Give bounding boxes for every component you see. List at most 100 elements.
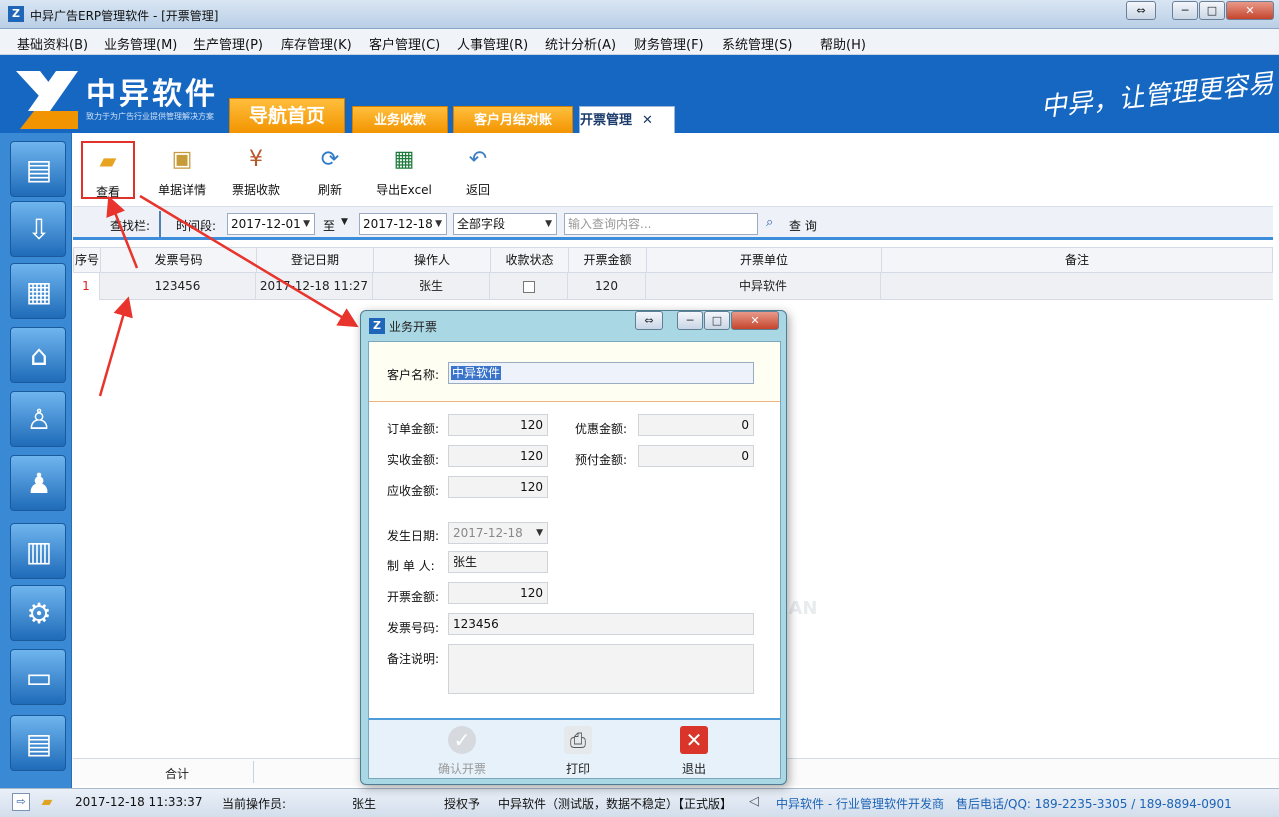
date-to-select[interactable]: 2017-12-18 ▼: [359, 213, 447, 235]
sidebar-customers[interactable]: ♟: [10, 455, 66, 511]
sidebar-import[interactable]: ⇩: [10, 201, 66, 257]
invoice-no-field[interactable]: 123456: [448, 613, 754, 635]
search-icon[interactable]: ⌕: [766, 215, 773, 230]
search-button[interactable]: 查 询: [789, 217, 817, 234]
remark-label: 备注说明:: [387, 652, 440, 666]
detail-button[interactable]: ▣ 单据详情: [147, 141, 217, 199]
customer-field[interactable]: 中异软件: [448, 362, 754, 384]
confirm-label: 确认开票: [437, 762, 486, 776]
col-operator[interactable]: 操作人: [374, 248, 491, 273]
col-index[interactable]: 序号: [74, 248, 101, 273]
menu-inventory[interactable]: 库存管理(K): [281, 34, 352, 53]
checkbox[interactable]: [522, 280, 535, 293]
sidebar-settings[interactable]: ⚙: [10, 585, 66, 641]
col-invoice-amount[interactable]: 开票金额: [569, 248, 647, 273]
import-icon[interactable]: ⇨: [12, 793, 30, 811]
cell-invoice-amount[interactable]: 120: [568, 273, 646, 300]
folder-icon[interactable]: ▰: [38, 793, 56, 811]
col-invoice-unit[interactable]: 开票单位: [647, 248, 882, 273]
cell-invoice-unit[interactable]: 中异软件: [646, 273, 881, 300]
minimize-button[interactable]: ─: [1172, 1, 1198, 20]
col-invoice-no[interactable]: 发票号码: [101, 248, 257, 273]
maker-field[interactable]: 张生: [448, 551, 548, 573]
menu-basic-data[interactable]: 基础资料(B): [17, 34, 88, 53]
col-remark[interactable]: 备注: [882, 248, 1272, 273]
close-button[interactable]: ✕: [731, 311, 779, 330]
col-payment-status[interactable]: 收款状态: [491, 248, 569, 273]
prepaid-field[interactable]: 0: [638, 445, 754, 467]
cell-invoice-no[interactable]: 123456: [100, 273, 256, 300]
cell-remark[interactable]: [881, 273, 1271, 300]
divider: [253, 761, 254, 783]
received-field[interactable]: 120: [448, 445, 548, 467]
chart-icon: ▥: [25, 535, 53, 568]
restore-icon[interactable]: ⇔: [1126, 1, 1156, 20]
col-register-date[interactable]: 登记日期: [257, 248, 374, 273]
export-excel-button[interactable]: ▦ 导出Excel: [369, 141, 439, 199]
tab-invoice-management[interactable]: 开票管理 ✕: [579, 106, 675, 133]
back-label: 返回: [465, 183, 490, 197]
table-row[interactable]: 1 123456 2017-12-18 11:27 张生 120 中异软件: [73, 273, 1273, 300]
sidebar-notes[interactable]: ▤: [10, 715, 66, 771]
sidebar-monitor[interactable]: ▭: [10, 649, 66, 705]
discount-field[interactable]: 0: [638, 414, 754, 436]
menu-production[interactable]: 生产管理(P): [193, 34, 263, 53]
tab-nav-home[interactable]: 导航首页: [229, 98, 345, 133]
sidebar-calculator[interactable]: ▦: [10, 263, 66, 319]
document-icon: ▤: [25, 153, 53, 186]
chevron-down-icon: ▼: [303, 219, 310, 229]
maximize-button[interactable]: □: [1199, 1, 1225, 20]
print-button[interactable]: ⎙ 打印: [543, 726, 613, 777]
grid-header: 序号 发票号码 登记日期 操作人 收款状态 开票金额 开票单位 备注: [73, 247, 1273, 273]
cell-operator[interactable]: 张生: [373, 273, 490, 300]
field-value: 全部字段: [457, 217, 506, 231]
undo-icon: ↶: [468, 147, 488, 172]
back-button[interactable]: ↶ 返回: [443, 141, 513, 199]
tab-monthly-reconciliation[interactable]: 客户月结对账: [453, 106, 573, 133]
sidebar-documents[interactable]: ▤: [10, 141, 66, 197]
menu-finance[interactable]: 财务管理(F): [634, 34, 704, 53]
restore-icon[interactable]: ⇔: [635, 311, 663, 330]
receivable-field[interactable]: 120: [448, 476, 548, 498]
confirm-invoice-button[interactable]: ✓ 确认开票: [427, 726, 497, 777]
cell-index[interactable]: 1: [73, 273, 100, 300]
menu-help[interactable]: 帮助(H): [820, 34, 866, 53]
dialog-body: 客户名称: 中异软件 订单金额: 120 优惠金额: 0 实收金额: 120 预…: [368, 341, 781, 779]
cell-payment-status[interactable]: [490, 273, 568, 300]
sidebar-statistics[interactable]: ▥: [10, 523, 66, 579]
printer-icon: ⎙: [564, 726, 592, 754]
field-select[interactable]: 全部字段 ▼: [453, 213, 557, 235]
menu-customer[interactable]: 客户管理(C): [369, 34, 440, 53]
sidebar-staff[interactable]: ♙: [10, 391, 66, 447]
close-icon[interactable]: ✕: [642, 113, 653, 128]
menu-bar: 基础资料(B) 业务管理(M) 生产管理(P) 库存管理(K) 客户管理(C) …: [0, 29, 1279, 55]
date-select[interactable]: 2017-12-18 ▼: [448, 522, 548, 544]
speaker-icon: ◁: [749, 794, 759, 809]
menu-business[interactable]: 业务管理(M): [104, 34, 177, 53]
export-label: 导出Excel: [376, 183, 432, 197]
receipt-button[interactable]: ¥ 票据收款: [221, 141, 291, 199]
invoice-amount-field[interactable]: 120: [448, 582, 548, 604]
maximize-button[interactable]: □: [704, 311, 730, 330]
chevron-down-icon[interactable]: ▼: [341, 217, 348, 227]
minimize-button[interactable]: ─: [677, 311, 703, 330]
date-from-select[interactable]: 2017-12-01 ▼: [227, 213, 315, 235]
refresh-label: 刷新: [317, 183, 342, 197]
remark-field[interactable]: [448, 644, 754, 694]
sidebar-warehouse[interactable]: ⌂: [10, 327, 66, 383]
menu-system[interactable]: 系统管理(S): [722, 34, 792, 53]
search-input[interactable]: 输入查询内容...: [564, 213, 758, 235]
date-to-value: 2017-12-18: [363, 217, 433, 231]
customer-value: 中异软件: [451, 366, 502, 380]
menu-statistics[interactable]: 统计分析(A): [545, 34, 616, 53]
exit-button[interactable]: ✕ 退出: [659, 726, 729, 777]
refresh-button[interactable]: ⟳ 刷新: [295, 141, 365, 199]
cell-register-date[interactable]: 2017-12-18 11:27: [256, 273, 373, 300]
view-button[interactable]: ▰ 查看: [81, 141, 135, 199]
logo-text: 中异软件: [86, 77, 218, 112]
tab-business-payment[interactable]: 业务收款: [352, 106, 448, 133]
close-button[interactable]: ✕: [1226, 1, 1274, 20]
menu-hr[interactable]: 人事管理(R): [457, 34, 528, 53]
order-amount-field[interactable]: 120: [448, 414, 548, 436]
view-label: 查看: [95, 185, 120, 199]
